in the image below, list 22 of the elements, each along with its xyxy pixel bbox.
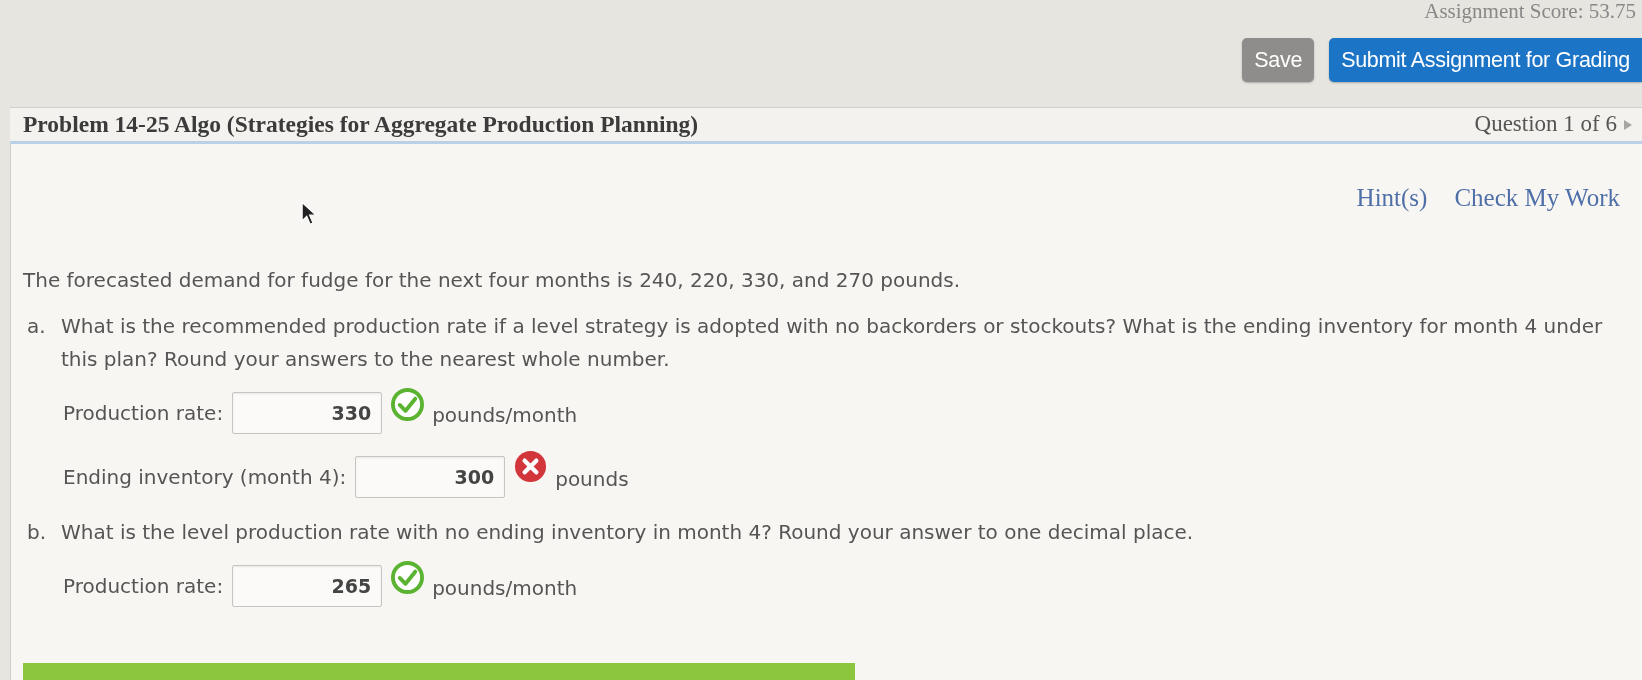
unit-label: pounds/month [432,575,578,602]
caret-right-icon[interactable] [1624,119,1632,130]
answer-field[interactable]: 265 [232,565,383,607]
submit-button[interactable]: Submit Assignment for Grading [1329,38,1642,82]
question-text: What is the level production rate with no ending inventory in month 4? Round your answer to one decimal place. [61,519,1194,546]
answer-label: Ending inventory (month 4): [63,464,347,491]
part-marker: b. [26,519,48,546]
hints-link[interactable]: Hint(s) [1356,179,1428,217]
answer-field[interactable]: 330 [232,392,383,434]
mouse-pointer-icon [301,201,317,227]
problem-intro: The forecasted demand for fudge for the next four months is 240, 220, 330, and 270 pounds. [23,268,962,292]
check-work-link[interactable]: Check My Work [1454,179,1620,217]
question-nav-link[interactable]: Question 1 of 6 [1474,107,1617,142]
unit-label: pounds [555,466,629,493]
problem-title: Problem 14-25 Algo (Strategies for Aggregate Production Planning) [23,109,699,139]
unit-label: pounds/month [432,402,578,429]
answer-label: Production rate: [63,573,224,600]
assignment-score: Assignment Score: 53.75 [1424,0,1637,22]
answer-field[interactable]: 300 [355,456,506,498]
question-text: What is the recommended production rate if a level strategy is adopted with no backorders or stockouts? What is the ending inventory for month 4 under this plan? Round your answers to the nearest whole number. [61,313,1604,373]
answer-label: Production rate: [63,400,224,427]
part-marker: a. [26,313,47,340]
